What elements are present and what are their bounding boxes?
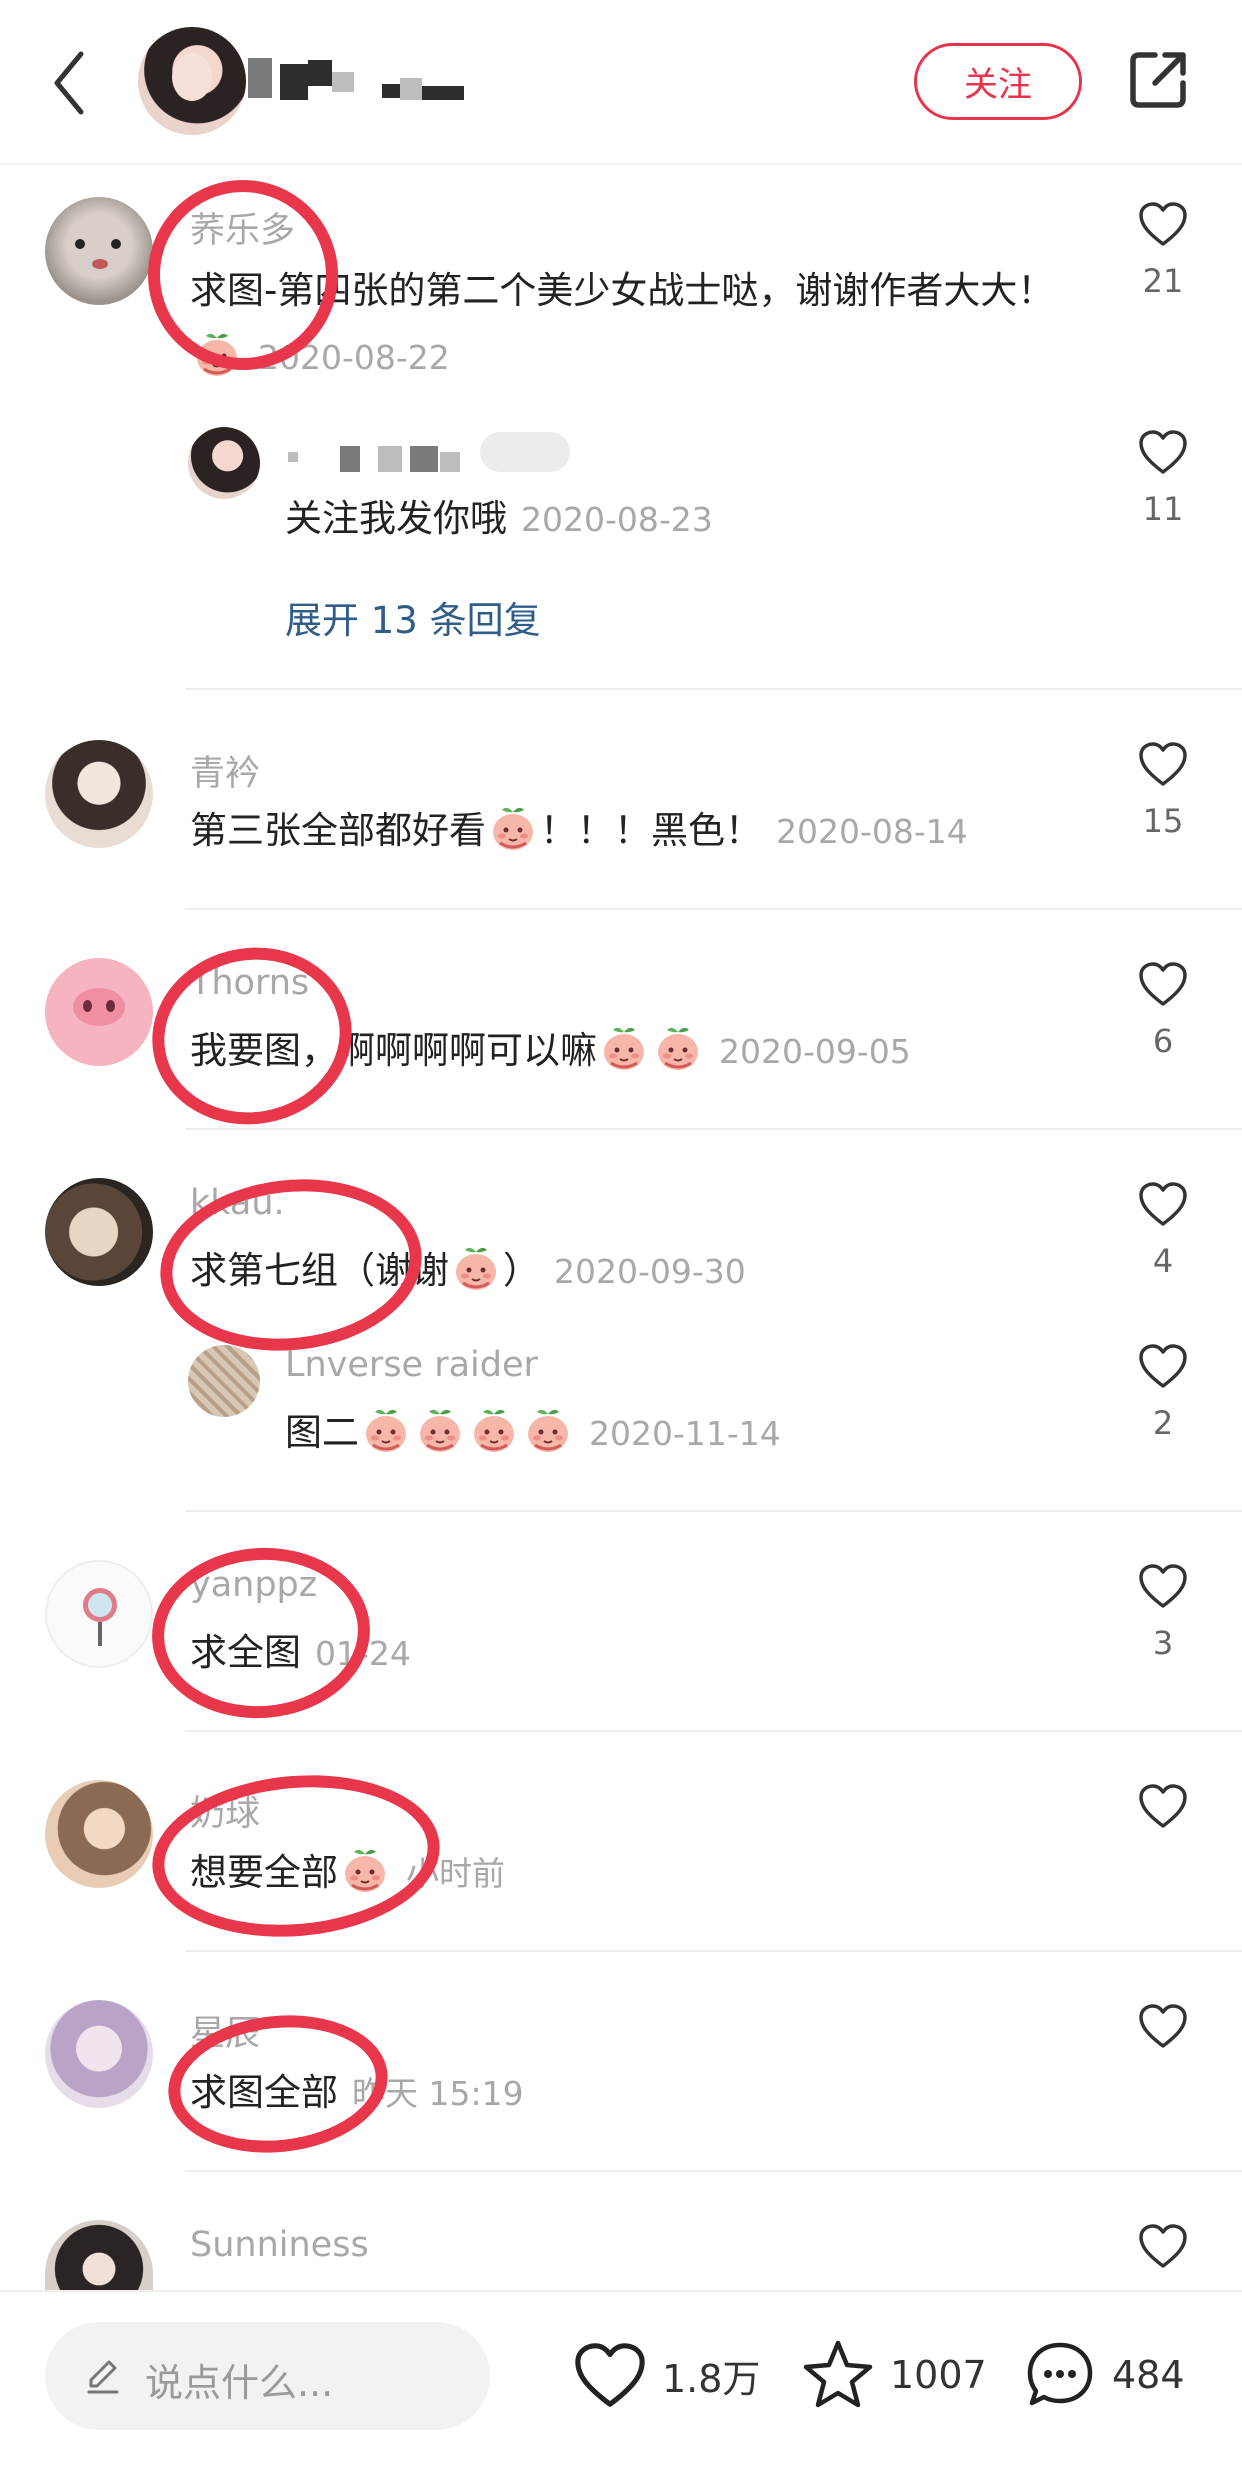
comment-body: 图二 (285, 1411, 359, 1454)
like-button[interactable]: 2 (1135, 1342, 1191, 1442)
user-avatar[interactable] (188, 1345, 260, 1417)
heart-icon (1137, 428, 1189, 476)
user-avatar[interactable] (45, 740, 153, 848)
comment-date: 2020-08-14 (776, 812, 968, 851)
like-total: 1.8万 (662, 2356, 761, 2401)
divider (185, 1510, 1242, 1512)
comment-input[interactable]: 说点什么... (45, 2322, 490, 2430)
like-button[interactable] (1135, 1782, 1191, 1844)
star-icon (803, 2340, 873, 2408)
heart-icon (1137, 200, 1189, 248)
comment-body: 关注我发你哦 (285, 497, 507, 540)
reply-text[interactable]: 图二 2020-11-14 (285, 1400, 1085, 1467)
like-button[interactable] (1135, 2002, 1191, 2064)
favorite-stat-button[interactable]: 1007 (800, 2330, 987, 2420)
like-button[interactable]: 11 (1135, 428, 1191, 528)
user-avatar[interactable] (45, 1560, 153, 1668)
like-count: 11 (1142, 490, 1184, 528)
comment-body: ） (503, 1249, 540, 1292)
like-button[interactable]: 15 (1135, 740, 1191, 840)
comment-date: 2020-08-23 (521, 500, 713, 539)
comment-date: 2020-11-14 (589, 1414, 781, 1453)
like-count: 6 (1152, 1022, 1174, 1060)
peach-emoji-icon (653, 1023, 703, 1073)
username[interactable]: 青衿 (190, 745, 260, 796)
favorite-total: 1007 (890, 2353, 987, 2397)
heart-icon (1137, 1782, 1189, 1830)
like-button[interactable]: 6 (1135, 960, 1191, 1060)
share-icon[interactable] (1125, 47, 1191, 113)
comment-text[interactable]: 第三张全部都好看 ！！！黑色！ 2020-08-14 (190, 798, 1070, 865)
divider (185, 1730, 1242, 1732)
top-bar: 关注 (0, 0, 1242, 165)
like-count: 15 (1142, 802, 1184, 840)
highlight-circle (146, 1540, 376, 1726)
comment-stat-button[interactable]: 484 (1022, 2330, 1185, 2420)
peach-emoji-icon (599, 1023, 649, 1073)
divider (185, 1950, 1242, 1952)
like-count: 4 (1152, 1242, 1174, 1280)
user-avatar[interactable] (45, 958, 153, 1066)
user-avatar[interactable] (45, 2000, 153, 2108)
peach-emoji-icon (451, 1243, 501, 1293)
heart-icon (1137, 1562, 1189, 1610)
comment-body: ！！！黑色！ (540, 809, 762, 852)
comment-date: 2020-09-30 (554, 1252, 746, 1291)
heart-icon (1137, 2222, 1189, 2270)
peach-emoji-icon (469, 1405, 519, 1455)
expand-replies-link[interactable]: 展开 13 条回复 (285, 590, 541, 644)
heart-icon (1137, 740, 1189, 788)
bottom-bar: 说点什么... 1.8万 1007 484 (0, 2290, 1242, 2465)
divider (185, 2170, 1242, 2172)
user-avatar[interactable] (45, 1780, 153, 1888)
heart-icon (1137, 960, 1189, 1008)
comment-body: 第三张全部都好看 (190, 809, 486, 852)
highlight-circle (138, 931, 366, 1141)
user-avatar[interactable] (45, 197, 153, 305)
heart-icon (1137, 2002, 1189, 2050)
heart-icon (1137, 1342, 1189, 1390)
follow-button[interactable]: 关注 (914, 43, 1082, 120)
peach-emoji-icon (361, 1405, 411, 1455)
user-avatar[interactable] (45, 1178, 153, 1286)
like-button[interactable] (1135, 2222, 1191, 2274)
reply-text[interactable]: 关注我发你哦 2020-08-23 (285, 486, 1085, 553)
divider (185, 908, 1242, 910)
chat-bubble-icon (1027, 2342, 1093, 2406)
comment-total: 484 (1112, 2353, 1185, 2397)
divider (185, 1128, 1242, 1130)
heart-icon (1137, 1180, 1189, 1228)
peach-emoji-icon (523, 1405, 573, 1455)
author-avatar[interactable] (138, 27, 246, 135)
like-count: 21 (1142, 262, 1184, 300)
like-button[interactable]: 21 (1135, 200, 1191, 300)
peach-emoji-icon (415, 1405, 465, 1455)
like-button[interactable]: 4 (1135, 1180, 1191, 1280)
pencil-icon (87, 2360, 119, 2394)
like-stat-button[interactable]: 1.8万 (572, 2330, 760, 2420)
heart-icon (575, 2343, 645, 2407)
user-avatar[interactable] (188, 427, 260, 499)
comment-date: 2020-09-05 (719, 1032, 911, 1071)
like-button[interactable]: 3 (1135, 1562, 1191, 1662)
peach-emoji-icon (488, 803, 538, 853)
divider (185, 688, 1242, 690)
like-count: 2 (1152, 1404, 1174, 1442)
author-name-pixelated (248, 56, 488, 110)
back-icon[interactable] (45, 48, 95, 118)
like-count: 3 (1152, 1624, 1174, 1662)
username[interactable]: Lnverse raider (285, 1345, 538, 1385)
username[interactable]: Sunniness (190, 2225, 369, 2265)
comment-input-placeholder: 说点什么... (145, 2361, 334, 2405)
user-avatar[interactable] (45, 2220, 153, 2290)
